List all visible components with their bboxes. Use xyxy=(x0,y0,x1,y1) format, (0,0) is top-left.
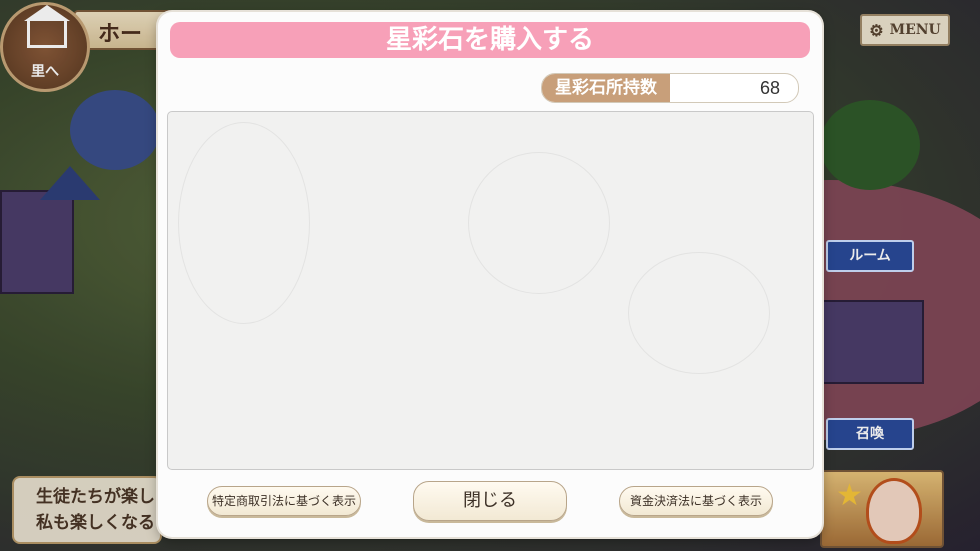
commerce-law-button[interactable]: 特定商取引法に基づく表示 xyxy=(207,486,361,516)
product-list-area xyxy=(167,111,814,470)
faded-background-shape xyxy=(468,152,610,294)
purchase-modal: 星彩石を購入する 星彩石所持数 68 特定商取引法に基づく表示 閉じる 資金決済… xyxy=(158,12,822,537)
owned-stones-value: 68 xyxy=(759,78,780,98)
payment-law-button[interactable]: 資金決済法に基づく表示 xyxy=(619,486,773,516)
faded-background-shape xyxy=(628,252,770,374)
modal-title: 星彩石を購入する xyxy=(170,22,810,58)
owned-stones-display: 星彩石所持数 68 xyxy=(541,73,799,103)
close-button[interactable]: 閉じる xyxy=(413,481,567,521)
owned-stones-label: 星彩石所持数 xyxy=(542,74,670,102)
faded-background-shape xyxy=(178,122,310,324)
